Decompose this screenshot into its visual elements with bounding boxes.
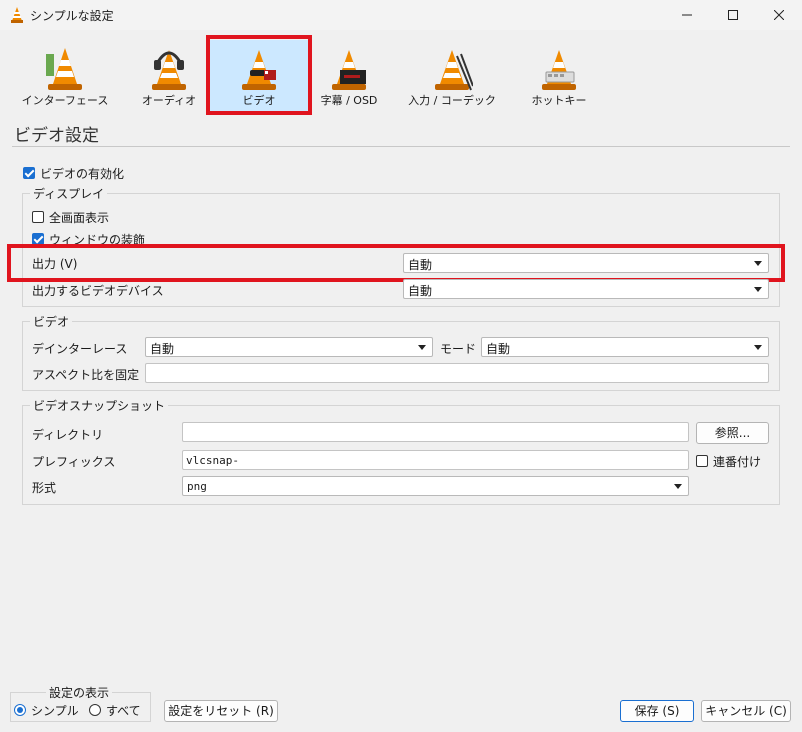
show-settings-title: 設定の表示 xyxy=(46,684,113,701)
deinterlace-select-value: 自動 xyxy=(150,342,175,356)
vlc-app-icon xyxy=(11,7,23,23)
category-subtitle-osd[interactable]: 字幕 / OSD xyxy=(314,40,384,112)
window-title: シンプルな設定 xyxy=(30,9,114,23)
sequential-numbering-label: 連番付け xyxy=(713,455,762,469)
mode-select-value: 自動 xyxy=(486,342,511,356)
aspect-ratio-label: アスペクト比を固定 xyxy=(32,368,140,382)
minimize-icon xyxy=(682,14,692,16)
video-category-highlight xyxy=(206,35,312,115)
deinterlace-select[interactable]: 自動 xyxy=(145,337,433,357)
fullscreen-label: 全画面表示 xyxy=(49,211,110,225)
interface-cone-icon xyxy=(46,48,82,90)
prefix-value: vlcsnap- xyxy=(186,454,239,467)
category-label: インターフェース xyxy=(21,94,109,107)
chevron-down-icon xyxy=(754,287,762,292)
chevron-down-icon xyxy=(674,484,682,489)
format-select-value: png xyxy=(187,480,207,493)
video-device-select-value: 自動 xyxy=(408,284,433,298)
fullscreen-checkbox[interactable] xyxy=(32,211,44,223)
audio-headphones-cone-icon xyxy=(152,50,186,90)
hotkeys-icon xyxy=(542,50,576,90)
enable-video-label: ビデオの有効化 xyxy=(40,167,125,181)
chevron-down-icon xyxy=(418,345,426,350)
maximize-icon xyxy=(728,10,738,20)
directory-label: ディレクトリ xyxy=(32,428,104,442)
category-label: ホットキー xyxy=(531,94,587,107)
browse-button[interactable]: 参照... xyxy=(696,422,769,444)
mode-label: モード xyxy=(440,342,477,356)
deinterlace-label: デインターレース xyxy=(32,342,128,356)
simple-radio-label: シンプル xyxy=(31,704,79,718)
snapshot-group-title: ビデオスナップショット xyxy=(30,397,169,414)
category-label: 字幕 / OSD xyxy=(320,94,378,107)
display-group-title: ディスプレイ xyxy=(30,185,108,202)
output-row-highlight xyxy=(7,244,785,282)
category-audio[interactable]: オーディオ xyxy=(132,40,206,112)
category-label: 入力 / コーデック xyxy=(408,94,496,107)
aspect-ratio-field[interactable] xyxy=(145,363,769,383)
reset-settings-button[interactable]: 設定をリセット (R) xyxy=(164,700,278,722)
simple-radio[interactable] xyxy=(14,704,26,716)
chevron-down-icon xyxy=(754,345,762,350)
close-button[interactable] xyxy=(756,0,802,30)
title-divider xyxy=(12,146,790,147)
title-bar: シンプルな設定 xyxy=(0,0,802,30)
category-label: オーディオ xyxy=(141,94,197,107)
category-hotkeys[interactable]: ホットキー xyxy=(524,40,594,112)
video-group-title: ビデオ xyxy=(30,313,73,330)
close-icon xyxy=(773,9,785,21)
format-label: 形式 xyxy=(32,481,57,495)
subtitle-osd-icon xyxy=(332,50,366,90)
category-interface[interactable]: インターフェース xyxy=(10,40,120,112)
maximize-button[interactable] xyxy=(710,0,756,30)
prefix-field[interactable]: vlcsnap- xyxy=(182,450,689,470)
minimize-button[interactable] xyxy=(664,0,710,30)
directory-field[interactable] xyxy=(182,422,689,442)
video-device-select[interactable]: 自動 xyxy=(403,279,769,299)
prefix-label: プレフィックス xyxy=(32,455,116,469)
all-radio[interactable] xyxy=(89,704,101,716)
input-codec-icon xyxy=(435,50,473,91)
sequential-numbering-checkbox[interactable] xyxy=(696,455,708,467)
cancel-button[interactable]: キャンセル (C) xyxy=(701,700,791,722)
video-device-label: 出力するビデオデバイス xyxy=(32,284,164,298)
category-input-codec[interactable]: 入力 / コーデック xyxy=(396,40,508,112)
enable-video-checkbox[interactable] xyxy=(23,167,35,179)
all-radio-label: すべて xyxy=(106,704,141,718)
format-select[interactable]: png xyxy=(182,476,689,496)
page-title: ビデオ設定 xyxy=(14,126,99,146)
mode-select[interactable]: 自動 xyxy=(481,337,769,357)
save-button[interactable]: 保存 (S) xyxy=(620,700,694,722)
